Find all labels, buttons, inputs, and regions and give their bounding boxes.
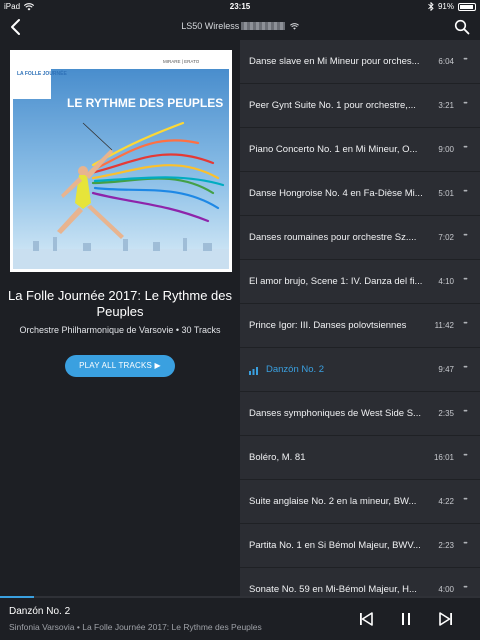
bluetooth-icon: [428, 2, 434, 11]
next-track-icon[interactable]: [438, 611, 454, 627]
track-row[interactable]: Partita No. 1 en Si Bémol Majeur, BWV...…: [240, 524, 480, 568]
more-options-icon[interactable]: •••: [458, 142, 472, 154]
track-title: Partita No. 1 en Si Bémol Majeur, BWV...: [249, 540, 421, 551]
track-duration: 11:42: [434, 321, 454, 330]
wifi-icon: [289, 23, 299, 30]
play-all-button[interactable]: PLAY ALL TRACKS ▶: [65, 355, 175, 377]
more-options-icon[interactable]: •••: [458, 98, 472, 110]
track-title: Danzón No. 2: [266, 364, 325, 375]
more-options-icon[interactable]: •••: [458, 54, 472, 66]
track-duration: 2:23: [438, 541, 454, 550]
track-duration: 16:01: [433, 453, 454, 462]
status-bar: iPad 23:15 91%: [0, 0, 480, 14]
cover-label-right: MIRARE | ERATO: [163, 59, 200, 64]
playback-progress[interactable]: [0, 596, 480, 598]
battery-percent: 91%: [437, 2, 454, 11]
more-options-icon[interactable]: •••: [458, 186, 472, 198]
track-row[interactable]: Danse slave en Mi Mineur pour orches... 6…: [240, 40, 480, 84]
track-duration: 6:04: [438, 57, 454, 66]
track-title: Danse Hongroise No. 4 en Fa-Dièse Mi...: [249, 188, 423, 199]
album-cover: LA FOLLE JOURNÉE MIRARE | ERATO LE RYTHM…: [10, 50, 232, 272]
more-options-icon[interactable]: •••: [458, 582, 472, 594]
more-options-icon[interactable]: •••: [458, 230, 472, 242]
battery-icon: [458, 2, 476, 11]
track-duration: 4:00: [438, 585, 454, 594]
track-row[interactable]: El amor brujo, Scene 1: IV. Danza del fi…: [240, 260, 480, 304]
track-duration: 9:00: [438, 145, 454, 154]
nav-bar: LS50 Wireless: [0, 14, 480, 40]
pause-icon[interactable]: [398, 611, 414, 627]
track-title: Piano Concerto No. 1 en Mi Mineur, O...: [249, 144, 418, 155]
cover-headline: LE RYTHME DES PEUPLES: [67, 96, 223, 110]
more-options-icon[interactable]: •••: [458, 362, 472, 374]
now-playing-subtitle: Sinfonia Varsovia • La Folle Journée 201…: [9, 622, 262, 632]
search-icon[interactable]: [454, 19, 470, 35]
track-title: El amor brujo, Scene 1: IV. Danza del fi…: [249, 276, 423, 287]
track-row[interactable]: Danses symphoniques de West Side S... 2:3…: [240, 392, 480, 436]
track-row[interactable]: Piano Concerto No. 1 en Mi Mineur, O... 9…: [240, 128, 480, 172]
now-playing-equalizer-icon: [249, 367, 258, 375]
track-title: Sonate No. 59 en Mi-Bémol Majeur, H...: [249, 584, 417, 595]
track-title: Danses symphoniques de West Side S...: [249, 408, 421, 419]
album-panel: LA FOLLE JOURNÉE MIRARE | ERATO LE RYTHM…: [0, 40, 240, 596]
track-row[interactable]: Boléro, M. 81 16:01 •••: [240, 436, 480, 480]
track-row[interactable]: Peer Gynt Suite No. 1 pour orchestre,...…: [240, 84, 480, 128]
track-title: Boléro, M. 81: [249, 452, 306, 463]
more-options-icon[interactable]: •••: [458, 538, 472, 550]
track-title: Peer Gynt Suite No. 1 pour orchestre,...: [249, 100, 416, 111]
more-options-icon[interactable]: •••: [458, 274, 472, 286]
progress-fill: [0, 596, 34, 598]
track-title: Danse slave en Mi Mineur pour orches...: [249, 56, 420, 67]
track-title: Danses roumaines pour orchestre Sz....: [249, 232, 417, 243]
more-options-icon[interactable]: •••: [458, 406, 472, 418]
device-title: LS50 Wireless: [181, 21, 240, 31]
album-title: La Folle Journée 2017: Le Rythme des Peu…: [7, 288, 233, 319]
track-title: Suite anglaise No. 2 en la mineur, BW...: [249, 496, 417, 507]
track-row[interactable]: Sonate No. 59 en Mi-Bémol Majeur, H... 4:…: [240, 568, 480, 596]
track-row[interactable]: Danzón No. 2 9:47 •••: [240, 348, 480, 392]
now-playing-title: Danzón No. 2: [9, 606, 71, 617]
status-time: 23:15: [229, 2, 251, 11]
track-list: Danse slave en Mi Mineur pour orches... 6…: [240, 40, 480, 596]
previous-track-icon[interactable]: [358, 611, 374, 627]
album-subtitle: Orchestre Philharmonique de Varsovie • 3…: [19, 325, 221, 335]
nav-title: LS50 Wireless: [0, 21, 480, 31]
track-row[interactable]: Danse Hongroise No. 4 en Fa-Dièse Mi... 5…: [240, 172, 480, 216]
more-options-icon[interactable]: •••: [458, 318, 472, 330]
track-row[interactable]: Prince Igor: III. Danses polovtsiennes 11…: [240, 304, 480, 348]
track-duration: 9:47: [438, 365, 454, 374]
track-duration: 4:10: [438, 277, 454, 286]
track-title: Prince Igor: III. Danses polovtsiennes: [249, 320, 407, 331]
track-duration: 7:02: [438, 233, 454, 242]
track-duration: 4:22: [438, 497, 454, 506]
redacted-mask: [241, 22, 286, 30]
track-duration: 3:21: [438, 101, 454, 110]
more-options-icon[interactable]: •••: [458, 494, 472, 506]
track-duration: 2:35: [438, 409, 454, 418]
track-row[interactable]: Danses roumaines pour orchestre Sz.... 7:…: [240, 216, 480, 260]
album-cover-art: LA FOLLE JOURNÉE MIRARE | ERATO LE RYTHM…: [13, 53, 229, 269]
now-playing-bar[interactable]: Danzón No. 2 Sinfonia Varsovia • La Foll…: [0, 596, 480, 640]
more-options-icon[interactable]: •••: [458, 450, 472, 462]
track-row[interactable]: Suite anglaise No. 2 en la mineur, BW...…: [240, 480, 480, 524]
track-duration: 5:01: [438, 189, 454, 198]
cover-label-left: LA FOLLE JOURNÉE: [17, 69, 67, 77]
